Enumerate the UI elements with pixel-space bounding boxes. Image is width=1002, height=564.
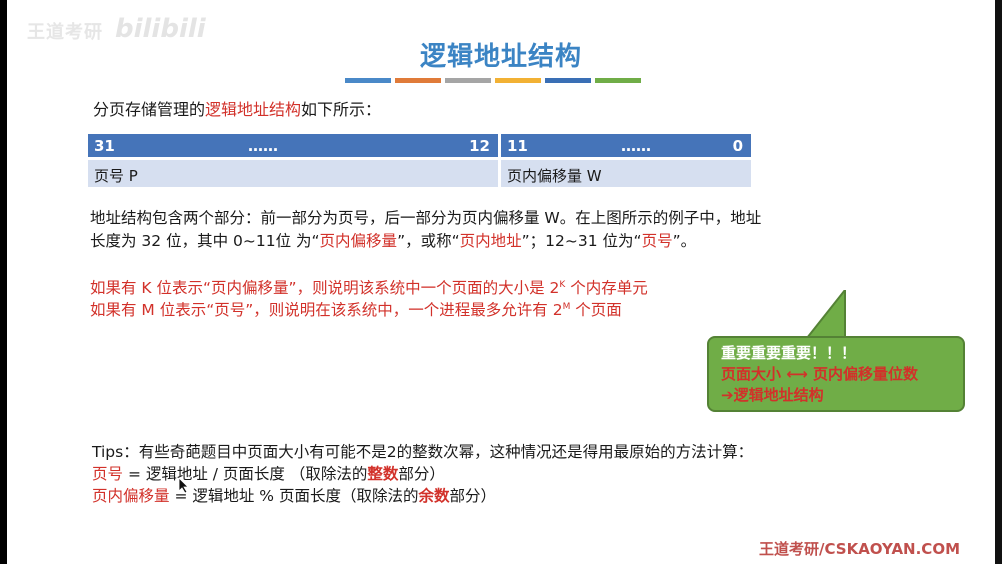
tips-line-1: Tips：有些奇葩题目中页面大小有可能不是2的整数次幂，这种情况还是得用最原始的… <box>92 443 754 461</box>
intro-line: 分页存储管理的逻辑地址结构如下所示： <box>93 96 381 120</box>
para-line-2: 长度为 32 位，其中 0~11位 为“页内偏移量”，或称“页内地址”；12~3… <box>90 232 697 250</box>
ellipsis: …… <box>248 137 278 155</box>
slide-title: 逻辑地址结构 <box>419 42 582 72</box>
cell-page-number: 页号 P <box>88 160 498 187</box>
ellipsis: …… <box>621 137 651 155</box>
right-edge <box>995 0 1002 564</box>
color-bar-6 <box>595 78 641 83</box>
footer-brand: 王道考研/CSKAOYAN.COM <box>759 540 960 558</box>
video-frame: 王道考研 bilibili 逻辑地址结构 分页存储管理的逻辑地址结构如下所示： … <box>0 0 1002 564</box>
mouse-cursor-icon <box>179 478 189 494</box>
callout-line-1: 重要重要重要！！！ <box>721 344 857 362</box>
m-bits-line: 如果有 M 位表示“页号”，则说明在该系统中，一个进程最多允许有 2M 个页面 <box>90 301 622 320</box>
header-page-number: 31 …… 12 <box>88 134 498 157</box>
slide: 王道考研 bilibili 逻辑地址结构 分页存储管理的逻辑地址结构如下所示： … <box>7 0 995 564</box>
important-callout: 重要重要重要！！！ 页面大小 ⟷ 页内偏移量位数 ➔逻辑地址结构 <box>707 336 965 412</box>
color-bar-2 <box>395 78 441 83</box>
intro-highlight: 逻辑地址结构 <box>205 100 302 119</box>
color-bar-1 <box>345 78 391 83</box>
callout-line-2: 页面大小 ⟷ 页内偏移量位数 <box>721 365 918 383</box>
tips-line-3: 页内偏移量 = 逻辑地址 % 页面长度（取除法的余数部分） <box>92 487 496 505</box>
callout-line-3: ➔逻辑地址结构 <box>721 386 824 404</box>
intro-pre: 分页存储管理的 <box>93 100 206 119</box>
header-offset: 11 …… 0 <box>501 134 751 157</box>
callout-pointer <box>804 290 846 339</box>
color-bar-3 <box>445 78 491 83</box>
cell-offset: 页内偏移量 W <box>501 160 751 187</box>
color-bar-4 <box>495 78 541 83</box>
bit-31: 31 <box>94 137 115 155</box>
address-structure-table: 31 …… 12 11 …… 0 页号 P 页内偏移量 W <box>88 134 751 187</box>
intro-post: 如下所示： <box>301 100 382 119</box>
bit-11: 11 <box>507 137 528 155</box>
color-bar-5 <box>545 78 591 83</box>
bit-12: 12 <box>469 137 490 155</box>
bit-0: 0 <box>732 137 743 155</box>
tips-line-2: 页号 = 逻辑地址 / 页面长度 （取除法的整数部分） <box>92 465 445 483</box>
para-line-1: 地址结构包含两个部分：前一部分为页号，后一部分为页内偏移量 W。在上图所示的例子… <box>90 209 762 227</box>
